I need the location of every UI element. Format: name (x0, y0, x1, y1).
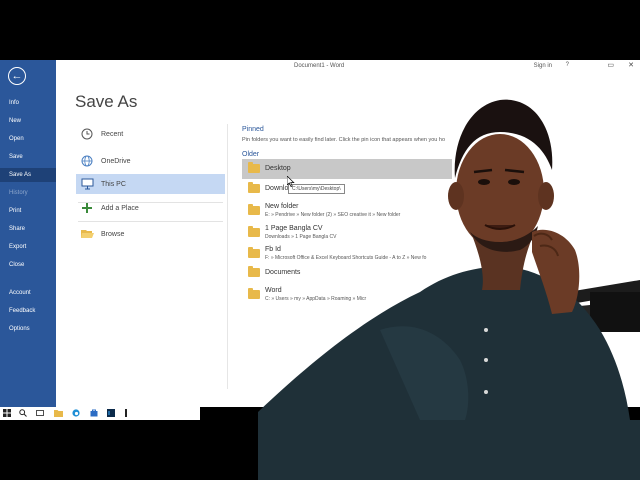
location-label: Recent (101, 130, 124, 138)
nav-item-save-as[interactable]: Save As (0, 168, 56, 182)
folder-icon (248, 266, 260, 277)
app-icon[interactable] (122, 409, 131, 418)
plus-icon (80, 201, 94, 215)
nav-item-info[interactable]: Info (0, 96, 56, 110)
location-recent[interactable]: Recent (76, 124, 225, 144)
folder-open-icon (80, 227, 94, 241)
divider (78, 221, 223, 222)
windows-taskbar (0, 407, 200, 420)
nav-item-save[interactable]: Save (0, 150, 56, 164)
folder-item-documents[interactable]: Documents (242, 263, 452, 283)
folder-path: F: » Microsoft Office & Excel Keyboard S… (265, 255, 427, 261)
word-backstage-window: Document1 - Word Sign in ? ▭ ✕ ← Info Ne… (0, 60, 640, 407)
folder-path: Downloads » 1 Page Bangla CV (265, 234, 337, 240)
nav-item-share[interactable]: Share (0, 222, 56, 236)
close-icon[interactable]: ✕ (628, 61, 634, 69)
start-icon[interactable] (2, 409, 11, 418)
folder-item-word[interactable]: Word C: » Users » my » AppData » Roaming… (242, 285, 452, 305)
page-title: Save As (75, 92, 138, 111)
folder-icon (248, 204, 260, 215)
folder-item-new-folder[interactable]: New folder E: » Pendrive » New folder (2… (242, 201, 452, 221)
folder-name: Word (265, 287, 282, 294)
location-label: Add a Place (101, 204, 139, 212)
older-heading: Older (242, 151, 260, 158)
path-tooltip: C:\Users\my\Desktop\ (288, 184, 345, 194)
nav-item-options[interactable]: Options (0, 322, 56, 336)
folder-path: E: » Pendrive » New folder (2) » SEO cre… (265, 212, 401, 218)
folder-item-bangla-cv[interactable]: 1 Page Bangla CV Downloads » 1 Page Bang… (242, 223, 452, 243)
restore-icon[interactable]: ▭ (607, 61, 614, 69)
store-icon[interactable] (89, 409, 98, 418)
search-icon[interactable] (18, 409, 27, 418)
nav-item-open[interactable]: Open (0, 132, 56, 146)
location-label: OneDrive (101, 157, 131, 165)
folder-name: Documents (265, 269, 301, 276)
nav-item-print[interactable]: Print (0, 204, 56, 218)
folder-path: C: » Users » my » AppData » Roaming » Mi… (265, 296, 367, 302)
folder-icon (248, 247, 260, 258)
panel-divider (227, 124, 228, 389)
location-label: This PC (101, 180, 126, 188)
nav-item-export[interactable]: Export (0, 240, 56, 254)
help-button[interactable]: ? (566, 62, 569, 68)
backstage-nav: ← Info New Open Save Save As History Pri… (0, 60, 56, 407)
location-add-place[interactable]: Add a Place (76, 198, 225, 218)
task-view-icon[interactable] (35, 409, 44, 418)
edge-icon[interactable] (71, 409, 80, 418)
globe-icon (80, 154, 94, 168)
folder-icon (248, 288, 260, 299)
mouse-cursor-icon (286, 175, 295, 189)
location-label: Browse (101, 230, 125, 238)
nav-item-history[interactable]: History (0, 186, 56, 200)
back-arrow-icon[interactable]: ← (8, 67, 26, 85)
file-explorer-icon[interactable] (54, 409, 63, 418)
pinned-heading: Pinned (242, 126, 264, 133)
folder-name: Fb Id (265, 246, 281, 253)
folder-name: 1 Page Bangla CV (265, 225, 323, 232)
folder-name: Downlo (265, 185, 289, 192)
nav-item-account[interactable]: Account (0, 286, 56, 300)
photoshop-icon[interactable] (106, 409, 115, 418)
folder-item-downloads[interactable]: Downlo (242, 179, 452, 199)
document-title: Document1 - Word (294, 63, 345, 69)
location-browse[interactable]: Browse (76, 224, 225, 244)
folder-icon (248, 162, 260, 173)
folder-icon (248, 182, 260, 193)
monitor-icon (80, 177, 94, 191)
nav-item-feedback[interactable]: Feedback (0, 304, 56, 318)
folder-name: New folder (265, 203, 299, 210)
location-onedrive[interactable]: OneDrive (76, 151, 225, 171)
video-frame: Document1 - Word Sign in ? ▭ ✕ ← Info Ne… (0, 0, 640, 480)
location-this-pc[interactable]: This PC (76, 174, 225, 194)
folder-item-fb-id[interactable]: Fb Id F: » Microsoft Office & Excel Keyb… (242, 244, 452, 264)
folder-icon (248, 226, 260, 237)
clock-icon (80, 127, 94, 141)
pinned-description: Pin folders you want to easily find late… (242, 137, 446, 143)
folder-name: Desktop (265, 165, 291, 172)
folder-item-desktop[interactable]: Desktop (242, 159, 452, 179)
sign-in-link[interactable]: Sign in (534, 63, 552, 69)
nav-item-new[interactable]: New (0, 114, 56, 128)
nav-item-close[interactable]: Close (0, 258, 56, 272)
title-bar: Document1 - Word Sign in ? ▭ ✕ (56, 60, 640, 72)
